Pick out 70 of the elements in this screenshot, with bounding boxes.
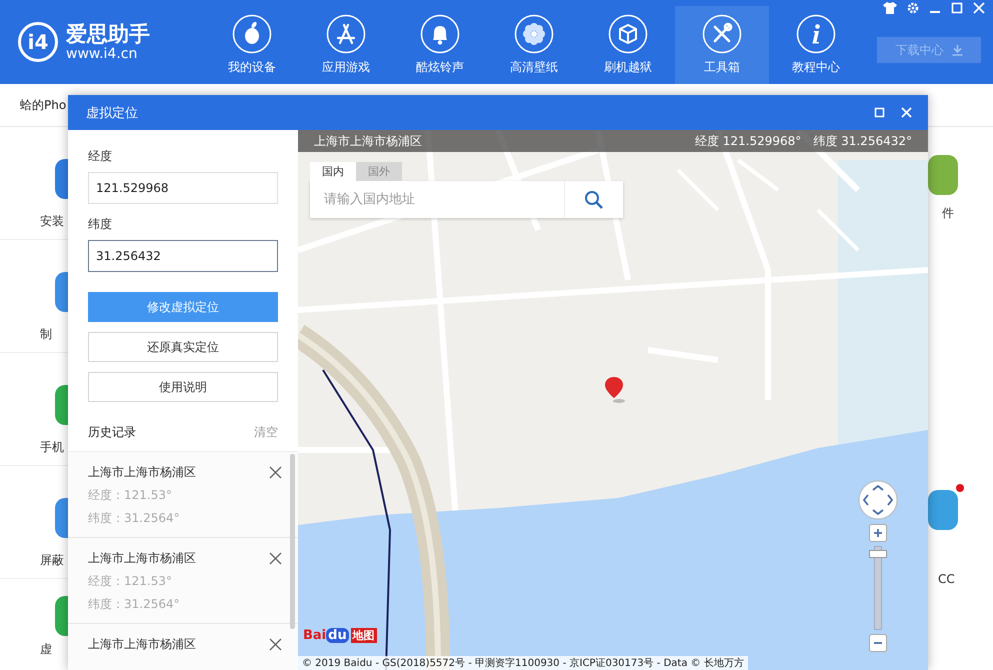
nav-tab[interactable]: 酷炫铃声 [393, 6, 487, 84]
device-tab[interactable]: 蛤的Pho [20, 96, 66, 114]
nav-tab[interactable]: 我的设备 [205, 6, 299, 84]
nav-tab[interactable]: 高清壁纸 [487, 6, 581, 84]
app-store-icon [326, 14, 366, 54]
history-longitude: 经度：121.53° [88, 573, 173, 590]
download-icon [952, 44, 962, 56]
close-icon[interactable] [269, 552, 282, 565]
location-address: 上海市上海市杨浦区 [314, 132, 422, 150]
tool-label: 手机 [40, 439, 64, 456]
region-tab[interactable]: 国内 [310, 162, 356, 181]
history-item[interactable]: 上海市上海市杨浦区 [68, 624, 298, 670]
tool-label: 件 [942, 205, 954, 222]
close-icon[interactable] [269, 466, 282, 479]
tool-icon[interactable] [928, 490, 958, 530]
history-item[interactable]: 上海市上海市杨浦区 经度：121.53° 纬度：31.2564° [68, 538, 298, 624]
flower-icon [514, 14, 554, 54]
bell-icon [420, 14, 460, 54]
scrollbar[interactable] [290, 454, 295, 629]
settings-icon[interactable] [907, 2, 919, 14]
maximize-icon[interactable] [951, 2, 963, 14]
location-latitude: 纬度 31.256432° [813, 132, 912, 150]
app-name: 爱思助手 [66, 22, 150, 46]
history-latitude: 纬度：31.2564° [88, 596, 181, 613]
tool-label: 屏蔽 [40, 552, 64, 569]
search-field[interactable]: 请输入国内地址 [310, 181, 623, 218]
nav-tab[interactable]: 刷机越狱 [581, 6, 675, 84]
search-icon [584, 190, 604, 210]
map-provider-logo: Bai du 地图 [303, 628, 377, 643]
tool-label: 制 [40, 326, 52, 343]
tool-label: 虚 [40, 641, 52, 658]
location-longitude: 经度 121.529968° [694, 132, 802, 150]
close-icon[interactable] [269, 638, 282, 651]
coordinate-input[interactable]: 121.529968 [88, 172, 278, 204]
coordinate-input[interactable]: 31.256432 [88, 240, 278, 272]
app-url: www.i4.cn [66, 46, 138, 62]
box-icon [608, 14, 648, 54]
maximize-icon[interactable] [874, 107, 885, 118]
history-place: 上海市上海市杨浦区 [88, 550, 196, 567]
zoom-slider[interactable] [869, 546, 887, 630]
tool-label: 安装 [40, 213, 64, 230]
action-button[interactable]: 使用说明 [88, 372, 278, 402]
info-icon [796, 14, 836, 54]
shirt-icon[interactable] [883, 2, 897, 14]
history-longitude: 经度：121.53° [88, 487, 173, 504]
region-tab[interactable]: 国外 [356, 162, 402, 181]
clear-link[interactable]: 清空 [254, 424, 278, 441]
logo-mark: i4 [18, 22, 58, 62]
tools-icon [702, 14, 742, 54]
action-button[interactable]: 修改虚拟定位 [88, 292, 278, 322]
tool-label: CC [938, 572, 955, 586]
tool-icon[interactable] [928, 155, 958, 195]
location-pin-icon [605, 376, 627, 404]
nav-tab[interactable]: 工具箱 [675, 6, 769, 84]
pan-control[interactable] [858, 480, 898, 520]
action-button[interactable]: 还原真实定位 [88, 332, 278, 362]
history-place: 上海市上海市杨浦区 [88, 464, 196, 481]
history-title: 历史记录 [88, 424, 136, 441]
zoom-in-button[interactable] [869, 524, 887, 542]
dialog-title: 虚拟定位 [86, 104, 139, 122]
history-latitude: 纬度：31.2564° [88, 510, 181, 527]
nav-tab[interactable]: 教程中心 [769, 6, 863, 84]
history-item[interactable]: 上海市上海市杨浦区 经度：121.53° 纬度：31.2564° [68, 452, 298, 538]
history-place: 上海市上海市杨浦区 [88, 636, 196, 653]
apple-icon [232, 14, 272, 54]
map-copyright: © 2019 Baidu - GS(2018)5572号 - 甲测资字1100930 - 京ICP证030173号 - Data © 长地万方 [298, 656, 748, 670]
nav-tab[interactable]: 应用游戏 [299, 6, 393, 84]
zoom-out-button[interactable] [869, 634, 887, 652]
field-label: 经度 [88, 148, 113, 165]
field-label: 纬度 [88, 216, 113, 233]
